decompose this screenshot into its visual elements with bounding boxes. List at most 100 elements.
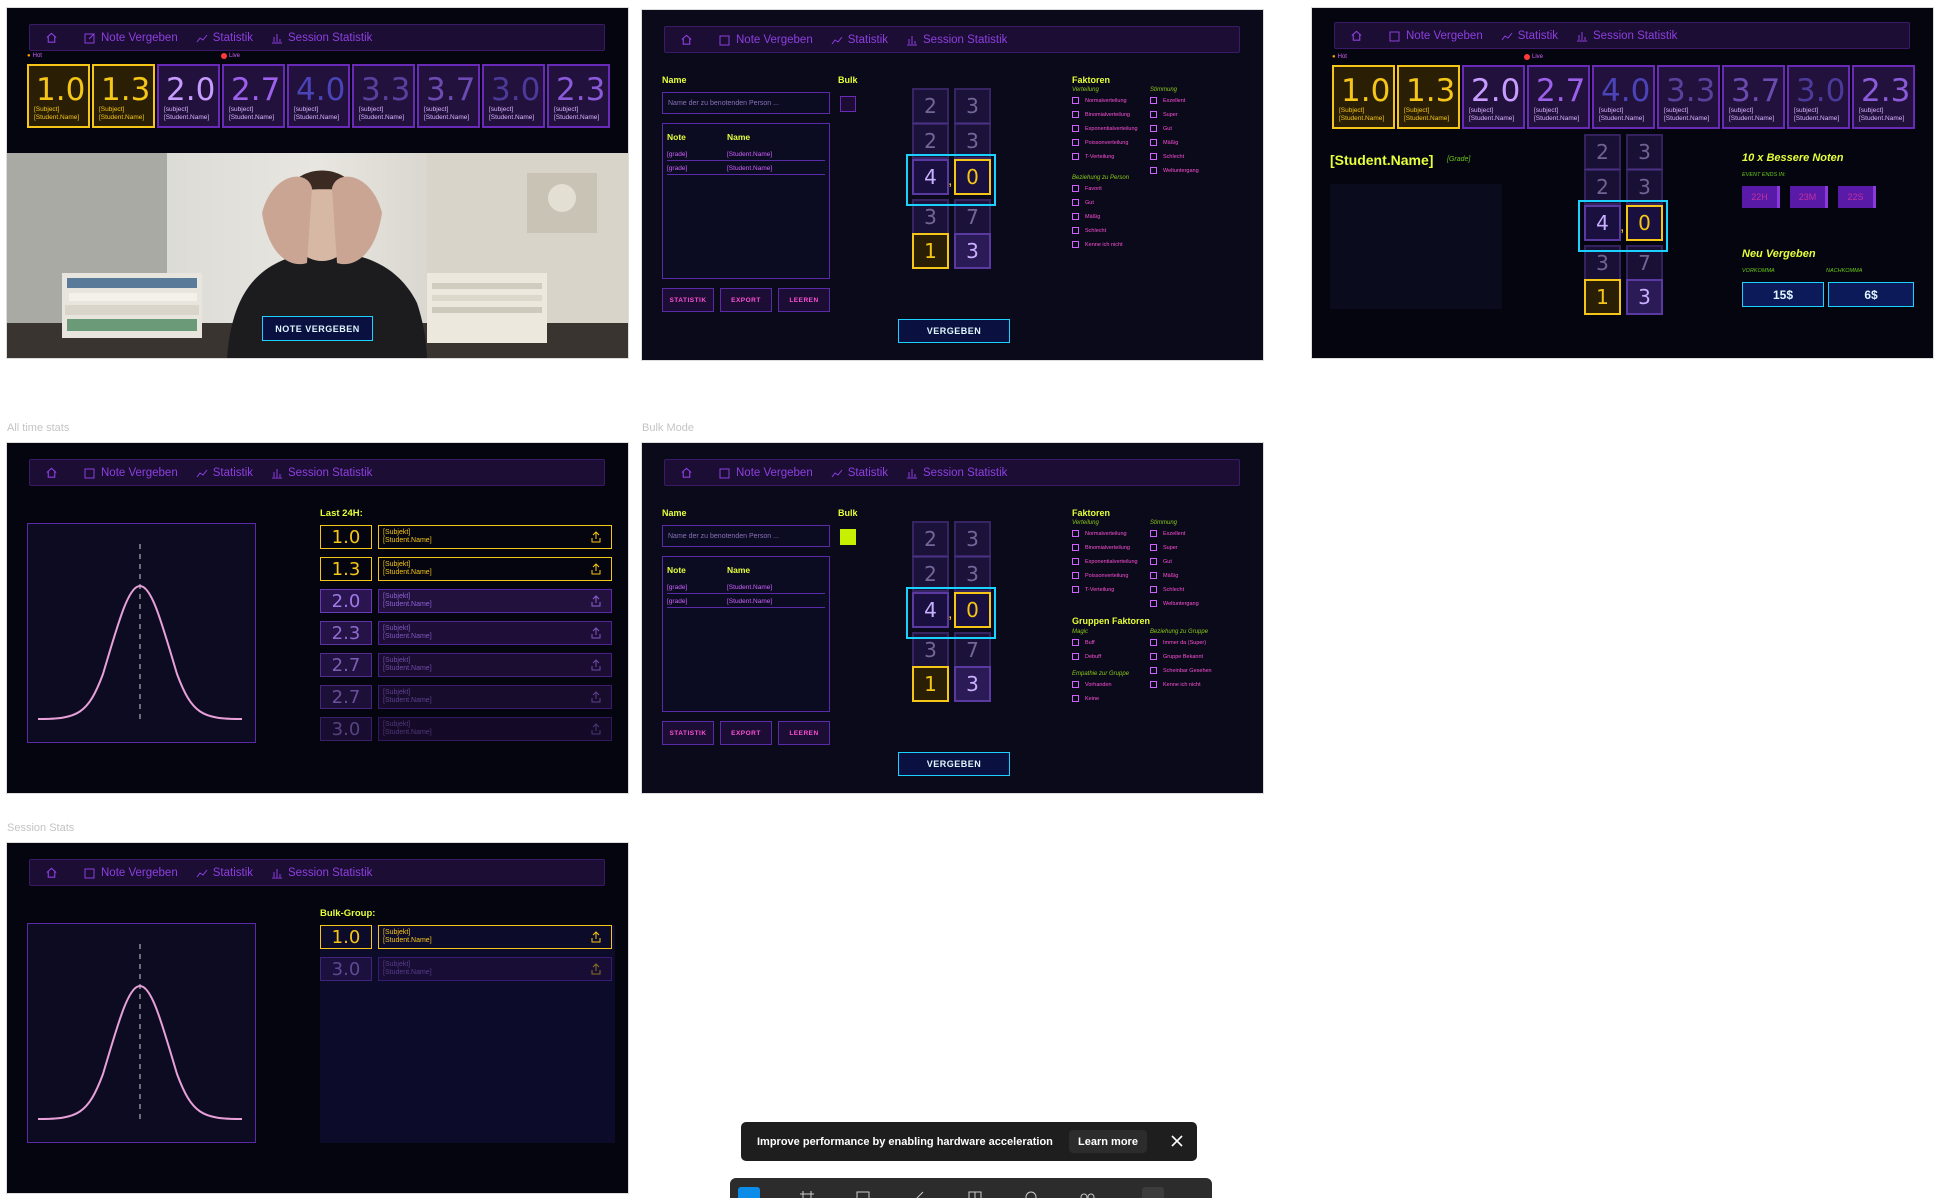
- picker-digit-right[interactable]: 3: [954, 233, 991, 269]
- picker-digit-left[interactable]: 1: [912, 666, 949, 702]
- leeren-button[interactable]: LEEREN: [778, 721, 830, 745]
- home-icon[interactable]: [44, 466, 58, 480]
- home-icon[interactable]: [679, 466, 693, 480]
- export-icon[interactable]: [590, 595, 602, 607]
- checkbox[interactable]: [1150, 111, 1157, 118]
- checkbox[interactable]: [1072, 586, 1079, 593]
- export-icon[interactable]: [590, 963, 602, 975]
- checkbox[interactable]: [1072, 558, 1079, 565]
- grade-tile[interactable]: 3.7 [subject] [Student.Name]: [1722, 65, 1785, 129]
- export-icon[interactable]: [590, 723, 602, 735]
- stat-list-item[interactable]: 2.3 [Subjekt] [Student.Name]: [320, 621, 612, 645]
- grade-tile[interactable]: 2.7 [subject] [Student.Name]: [222, 64, 285, 128]
- home-icon[interactable]: [679, 33, 693, 47]
- picker-digit-left[interactable]: 2: [912, 521, 949, 557]
- checkbox[interactable]: [1072, 695, 1079, 702]
- checkbox[interactable]: [1150, 558, 1157, 565]
- frame-tool-icon[interactable]: [796, 1187, 818, 1198]
- nav-statistik[interactable]: Statistik: [196, 467, 253, 479]
- verteilung-option[interactable]: Binomialverteilung: [1072, 111, 1130, 118]
- rectangle-tool-icon[interactable]: [852, 1187, 874, 1198]
- magic-option[interactable]: Buff: [1072, 639, 1095, 646]
- grade-tile[interactable]: 4.0 [subject] [Student.Name]: [1592, 65, 1655, 129]
- nav-session-statistik[interactable]: Session Statistik: [906, 34, 1007, 46]
- nav-session-statistik[interactable]: Session Statistik: [271, 32, 372, 44]
- checkbox[interactable]: [1072, 97, 1079, 104]
- picker-digit-left[interactable]: 1: [1584, 279, 1621, 315]
- checkbox[interactable]: [1072, 153, 1079, 160]
- stimmung-option[interactable]: Schlecht: [1150, 586, 1184, 593]
- picker-digit-right[interactable]: 3: [1626, 134, 1663, 170]
- nav-session-statistik[interactable]: Session Statistik: [271, 867, 372, 879]
- picker-digit-right[interactable]: 3: [954, 88, 991, 124]
- verteilung-option[interactable]: Exponentialverteilung: [1072, 125, 1138, 132]
- checkbox[interactable]: [1150, 167, 1157, 174]
- dev-mode-icon[interactable]: [1142, 1187, 1164, 1198]
- grade-tile[interactable]: 4.0 [subject] [Student.Name]: [287, 64, 350, 128]
- grade-tile[interactable]: 3.3 [subject] [Student.Name]: [1657, 65, 1720, 129]
- checkbox[interactable]: [1150, 586, 1157, 593]
- empathie-option[interactable]: Keine: [1072, 695, 1099, 702]
- grade-tile[interactable]: 2.3 [subject] [Student.Name]: [547, 64, 610, 128]
- checkbox[interactable]: [1150, 681, 1157, 688]
- grade-tile[interactable]: 2.7 [subject] [Student.Name]: [1527, 65, 1590, 129]
- checkbox[interactable]: [1072, 572, 1079, 579]
- beziehung-option[interactable]: Mäßig: [1072, 213, 1100, 220]
- export-icon[interactable]: [590, 931, 602, 943]
- export-icon[interactable]: [590, 627, 602, 639]
- picker-digit-left[interactable]: 2: [1584, 134, 1621, 170]
- checkbox[interactable]: [1150, 667, 1157, 674]
- grade-tile[interactable]: 3.3 [subject] [Student.Name]: [352, 64, 415, 128]
- checkbox[interactable]: [1150, 153, 1157, 160]
- picker-digit-left[interactable]: 1: [912, 233, 949, 269]
- grade-tile[interactable]: 1.0 [Subject] [Student.Name]: [1332, 65, 1395, 129]
- stat-list-item[interactable]: 3.0 [Subjekt] [Student.Name]: [320, 957, 612, 981]
- checkbox[interactable]: [1072, 199, 1079, 206]
- grade-tile[interactable]: 3.0 [subject] [Student.Name]: [1787, 65, 1850, 129]
- nav-statistik[interactable]: Statistik: [196, 32, 253, 44]
- buy-nachkomma-button[interactable]: 6$: [1828, 282, 1914, 307]
- stat-list-item[interactable]: 3.0 [Subjekt] [Student.Name]: [320, 717, 612, 741]
- picker-digit-right[interactable]: 3: [954, 666, 991, 702]
- grade-tile[interactable]: 2.0 [subject] [Student.Name]: [157, 64, 220, 128]
- stimmung-option[interactable]: Schlecht: [1150, 153, 1184, 160]
- export-icon[interactable]: [590, 659, 602, 671]
- picker-digit-right[interactable]: 3: [954, 521, 991, 557]
- nav-session-statistik[interactable]: Session Statistik: [906, 467, 1007, 479]
- export-button[interactable]: EXPORT: [720, 721, 772, 745]
- move-tool-icon[interactable]: [738, 1187, 760, 1198]
- checkbox[interactable]: [1072, 213, 1079, 220]
- gruppe-option[interactable]: Scheinbar Gesehen: [1150, 667, 1212, 674]
- vergeben-button[interactable]: VERGEBEN: [898, 319, 1010, 343]
- statistik-button[interactable]: STATISTIK: [662, 288, 714, 312]
- verteilung-option[interactable]: Binomialverteilung: [1072, 544, 1130, 551]
- bulk-checkbox[interactable]: [840, 96, 856, 112]
- grade-tile[interactable]: 3.7 [subject] [Student.Name]: [417, 64, 480, 128]
- grade-picker[interactable]: 2323403713,: [902, 88, 1002, 328]
- export-icon[interactable]: [590, 691, 602, 703]
- checkbox[interactable]: [1072, 681, 1079, 688]
- nav-statistik[interactable]: Statistik: [831, 34, 888, 46]
- bulk-checkbox-checked[interactable]: [840, 529, 856, 545]
- statistik-button[interactable]: STATISTIK: [662, 721, 714, 745]
- buy-vorkomma-button[interactable]: 15$: [1742, 282, 1824, 307]
- leeren-button[interactable]: LEEREN: [778, 288, 830, 312]
- checkbox[interactable]: [1150, 530, 1157, 537]
- nav-note-vergeben[interactable]: Note Vergeben: [719, 467, 813, 479]
- nav-note-vergeben[interactable]: Note Vergeben: [719, 34, 813, 46]
- export-button[interactable]: EXPORT: [720, 288, 772, 312]
- stimmung-option[interactable]: Mäßig: [1150, 572, 1178, 579]
- stimmung-option[interactable]: Super: [1150, 111, 1178, 118]
- stimmung-option[interactable]: Gut: [1150, 125, 1172, 132]
- name-input[interactable]: Name der zu benotenden Person ...: [662, 92, 830, 114]
- checkbox[interactable]: [1072, 125, 1079, 132]
- beziehung-option[interactable]: Schlecht: [1072, 227, 1106, 234]
- nav-session-statistik[interactable]: Session Statistik: [1576, 30, 1677, 42]
- home-icon[interactable]: [44, 866, 58, 880]
- stimmung-option[interactable]: Mäßig: [1150, 139, 1178, 146]
- nav-statistik[interactable]: Statistik: [831, 467, 888, 479]
- grade-picker[interactable]: 2323403713,: [902, 521, 1002, 761]
- stimmung-option[interactable]: Exzellent: [1150, 97, 1185, 104]
- nav-note-vergeben[interactable]: Note Vergeben: [1389, 30, 1483, 42]
- checkbox[interactable]: [1072, 241, 1079, 248]
